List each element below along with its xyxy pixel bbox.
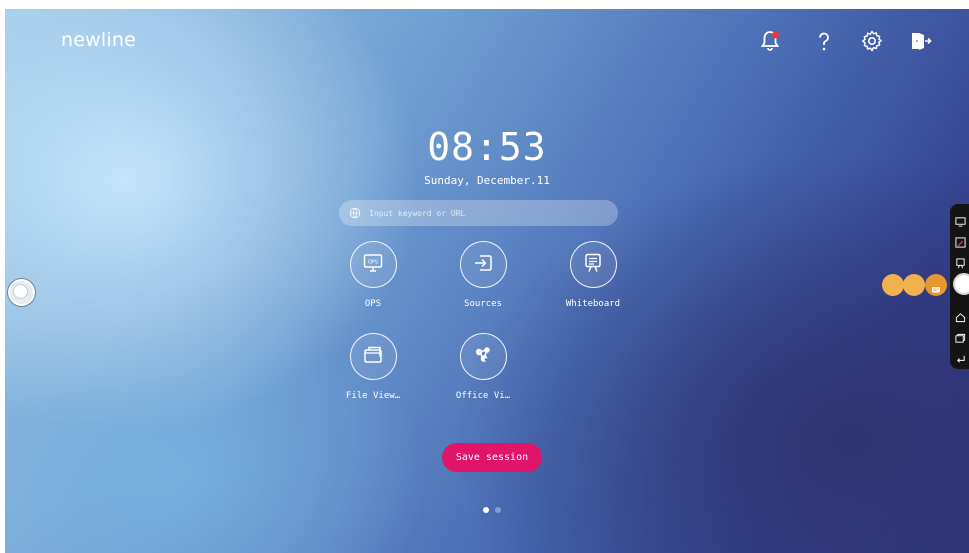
page-dot-active[interactable] xyxy=(483,507,489,513)
app-label: Sources xyxy=(464,299,502,309)
back-icon[interactable] xyxy=(955,350,966,363)
settings-gear-icon[interactable] xyxy=(859,28,885,54)
exit-door-icon[interactable] xyxy=(907,28,933,54)
office-viewer-icon xyxy=(471,343,495,371)
input-source-icon xyxy=(471,251,495,279)
notification-bell-icon[interactable] xyxy=(757,28,783,54)
quick-launch-orange-3[interactable] xyxy=(925,274,947,296)
globe-icon xyxy=(349,207,361,219)
app-label: Whiteboard xyxy=(565,299,621,309)
clock-date: Sunday, December.11 xyxy=(424,174,550,187)
clock-time: 08:53 xyxy=(427,125,547,169)
app-sources[interactable]: Sources xyxy=(438,241,528,309)
quick-launch-orange-2[interactable] xyxy=(903,274,925,296)
screen-icon[interactable] xyxy=(955,212,966,227)
windows-icon[interactable] xyxy=(955,329,966,343)
annotate-icon[interactable] xyxy=(955,233,966,248)
quick-launch-orange-1[interactable] xyxy=(882,274,904,296)
app-label: OPS xyxy=(364,299,382,309)
page-dot[interactable] xyxy=(495,507,501,513)
chat-icon xyxy=(931,280,941,293)
app-file-viewer[interactable]: File View… xyxy=(328,333,418,401)
ops-icon: OPS xyxy=(361,251,385,279)
app-ops[interactable]: OPS OPS xyxy=(328,241,418,309)
svg-text:OPS: OPS xyxy=(368,259,378,265)
help-icon[interactable] xyxy=(811,28,837,54)
search-bar[interactable] xyxy=(339,200,618,226)
floating-menu-button[interactable] xyxy=(8,279,35,306)
toolbar-toggle-button[interactable] xyxy=(953,273,969,295)
newline-logo: newline xyxy=(61,29,136,51)
whiteboard-icon xyxy=(581,251,605,279)
folder-icon xyxy=(361,343,385,371)
home-icon[interactable] xyxy=(955,308,966,323)
whiteboard-small-icon[interactable] xyxy=(955,254,966,269)
app-label: Office Vi… xyxy=(455,391,511,401)
app-office-viewer[interactable]: Office Vi… xyxy=(438,333,528,401)
home-screen: newline 08:53 Sunday, December.11 OPS OP… xyxy=(5,9,969,553)
app-whiteboard[interactable]: Whiteboard xyxy=(548,241,638,309)
app-label: File View… xyxy=(345,391,401,401)
save-session-button[interactable]: Save session xyxy=(442,443,542,472)
search-input[interactable] xyxy=(367,207,611,219)
